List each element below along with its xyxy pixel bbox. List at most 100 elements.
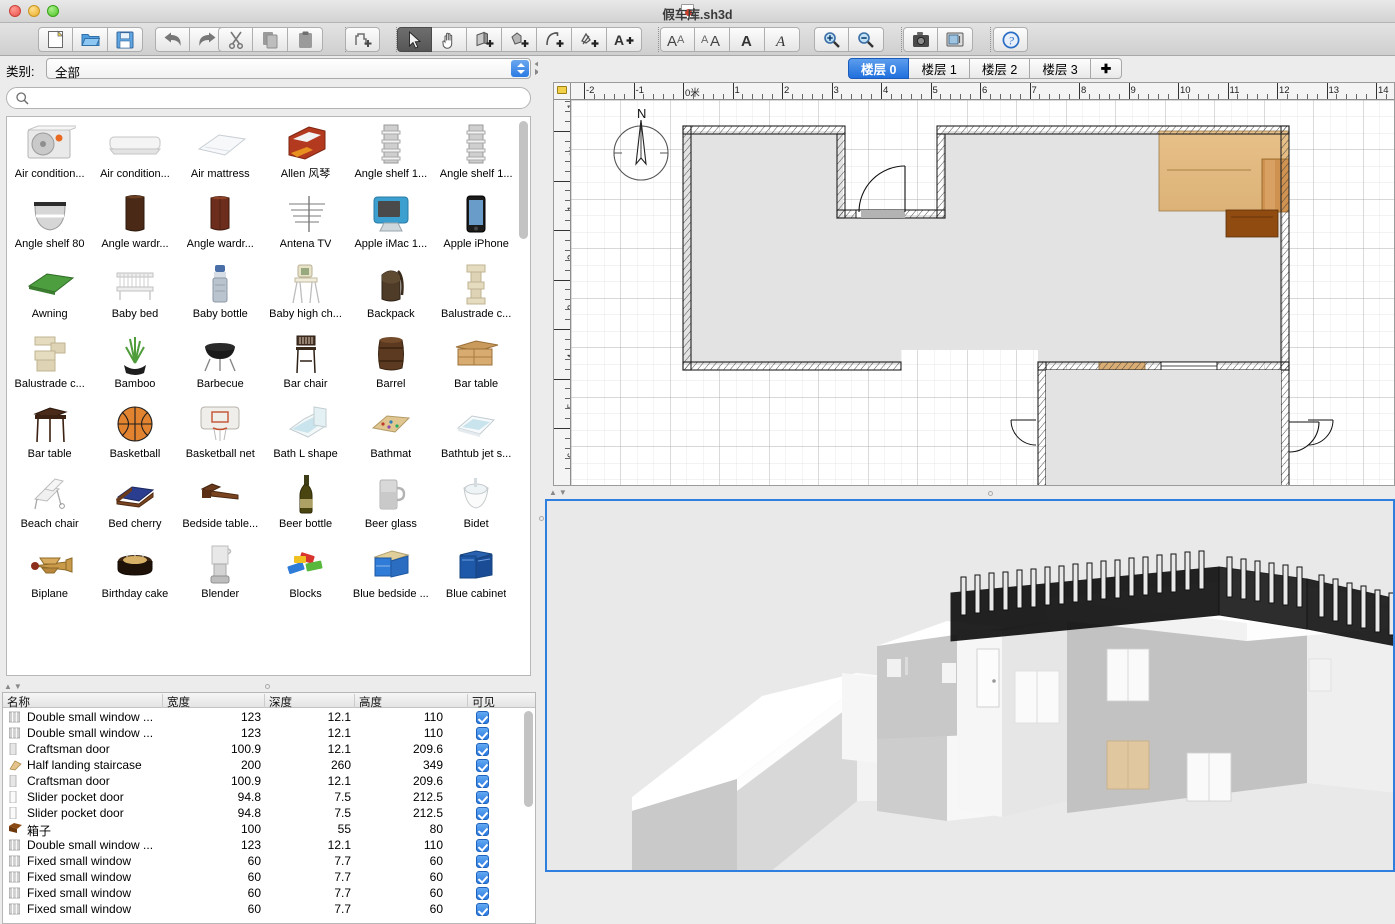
catalog-item[interactable]: Beach chair [7,471,92,541]
create-video-button[interactable] [938,27,973,52]
catalog-item[interactable]: Basketball [92,401,177,471]
create-walls-button[interactable] [467,27,502,52]
row-visible-checkbox[interactable] [476,759,489,772]
zoom-out-button[interactable] [849,27,884,52]
row-visible-checkbox[interactable] [476,727,489,740]
catalog-item[interactable]: Antena TV [263,191,348,261]
catalog-item[interactable]: Bed cherry [92,471,177,541]
floor-tab-0[interactable]: 楼层 0 [848,58,910,79]
row-visible-checkbox[interactable] [476,855,489,868]
row-visible-checkbox[interactable] [476,743,489,756]
catalog-item[interactable]: Air condition... [92,121,177,191]
catalog-item[interactable]: Beer bottle [263,471,348,541]
catalog-item[interactable]: Bamboo [92,331,177,401]
save-button[interactable] [108,27,143,52]
table-row[interactable]: Craftsman door 100.9 12.1 209.6 [3,741,523,757]
bold-button[interactable]: A [730,27,765,52]
catalog-item[interactable]: Bar table [433,331,518,401]
table-row[interactable]: Fixed small window 60 7.7 60 [3,885,523,901]
furniture-list-scrollbar[interactable] [524,711,533,923]
catalog-grid-container[interactable]: Air condition... Air condition... Air matt… [6,116,531,676]
catalog-item[interactable]: Blender [178,541,263,611]
catalog-item[interactable]: Birthday cake [92,541,177,611]
column-header-visible[interactable]: 可见 [468,694,535,709]
table-row[interactable]: Fixed small window 60 7.7 60 [3,869,523,885]
search-input-wrapper[interactable] [6,87,531,109]
catalog-item[interactable]: Biplane [7,541,92,611]
column-header-depth[interactable]: 深度 [265,694,355,709]
padlock-icon[interactable] [557,86,567,94]
catalog-item[interactable]: Allen 风琴 [263,121,348,191]
table-row[interactable]: Slider pocket door 94.8 7.5 212.5 [3,789,523,805]
catalog-item[interactable]: Balustrade c... [7,331,92,401]
catalog-item[interactable]: Awning [7,261,92,331]
undo-button[interactable] [155,27,190,52]
add-furniture-button[interactable] [345,27,380,52]
chevron-updown-icon[interactable] [511,60,529,77]
furniture-list-table[interactable]: 名称 宽度 深度 高度 可见 Double small window ... 12… [2,692,536,924]
catalog-item[interactable]: Apple iMac 1... [348,191,433,261]
catalog-item[interactable]: Angle shelf 1... [433,121,518,191]
catalog-item[interactable]: Barrel [348,331,433,401]
catalog-item[interactable]: Angle shelf 80 [7,191,92,261]
row-visible-checkbox[interactable] [476,871,489,884]
row-visible-checkbox[interactable] [476,839,489,852]
plan-splitter-grip[interactable] [988,491,993,496]
catalog-item[interactable]: Angle wardr... [178,191,263,261]
row-visible-checkbox[interactable] [476,791,489,804]
select-tool-button[interactable] [397,27,432,52]
plan-3d-splitter[interactable]: ▲▼ [545,487,1395,499]
vertical-splitter[interactable] [538,56,545,872]
create-rooms-button[interactable] [502,27,537,52]
add-floor-button[interactable]: ✚ [1090,58,1123,79]
search-input[interactable] [35,90,515,107]
row-visible-checkbox[interactable] [476,823,489,836]
catalog-item[interactable]: Air mattress [178,121,263,191]
catalog-item[interactable]: Blocks [263,541,348,611]
create-photo-button[interactable] [903,27,938,52]
catalog-item[interactable]: Baby bottle [178,261,263,331]
plan-view[interactable]: -2-10米1234567891011121314 -10米123456 [553,82,1395,486]
catalog-item[interactable]: Baby bed [92,261,177,331]
table-row[interactable]: Craftsman door 100.9 12.1 209.6 [3,773,523,789]
create-polyline-button[interactable] [537,27,572,52]
catalog-item[interactable]: Balustrade c... [433,261,518,331]
catalog-item[interactable]: Blue cabinet [433,541,518,611]
row-visible-checkbox[interactable] [476,903,489,916]
plan-splitter-arrows-icon[interactable]: ▲▼ [549,488,569,497]
column-header-width[interactable]: 宽度 [163,694,265,709]
catalog-item[interactable]: Angle wardr... [92,191,177,261]
catalog-item[interactable]: Blue bedside ... [348,541,433,611]
floor-tab-2[interactable]: 楼层 2 [969,58,1031,79]
table-row[interactable]: 箱子 100 55 80 [3,821,523,838]
table-row[interactable]: Fixed small window 60 7.7 60 [3,853,523,869]
catalog-item[interactable]: Bedside table... [178,471,263,541]
row-visible-checkbox[interactable] [476,887,489,900]
catalog-scrollbar-thumb[interactable] [519,121,528,239]
open-button[interactable] [73,27,108,52]
create-dimensions-button[interactable] [572,27,607,52]
column-header-height[interactable]: 高度 [355,694,468,709]
catalog-item[interactable]: Bathmat [348,401,433,471]
home-3d-view[interactable] [545,499,1395,872]
new-home-button[interactable] [38,27,73,52]
catalog-item[interactable]: Air condition... [7,121,92,191]
catalog-item[interactable]: Baby high ch... [263,261,348,331]
category-select[interactable]: 全部 [46,58,531,80]
catalog-item[interactable]: Bidet [433,471,518,541]
row-visible-checkbox[interactable] [476,807,489,820]
increase-text-size-button[interactable]: AA [695,27,730,52]
catalog-item[interactable]: Backpack [348,261,433,331]
floor-tab-3[interactable]: 楼层 3 [1030,58,1091,79]
catalog-item[interactable]: Beer glass [348,471,433,541]
catalog-item[interactable]: Bar table [7,401,92,471]
catalog-item[interactable]: Apple iPhone [433,191,518,261]
zoom-in-button[interactable] [814,27,849,52]
italic-button[interactable]: A [765,27,800,52]
catalog-item[interactable]: Bath L shape [263,401,348,471]
table-row[interactable]: Half landing staircase 200 260 349 [3,757,523,773]
splitter-grip[interactable] [265,684,270,689]
row-visible-checkbox[interactable] [476,711,489,724]
splitter-arrows-icon[interactable]: ▲▼ [4,682,24,691]
cut-button[interactable] [218,27,253,52]
